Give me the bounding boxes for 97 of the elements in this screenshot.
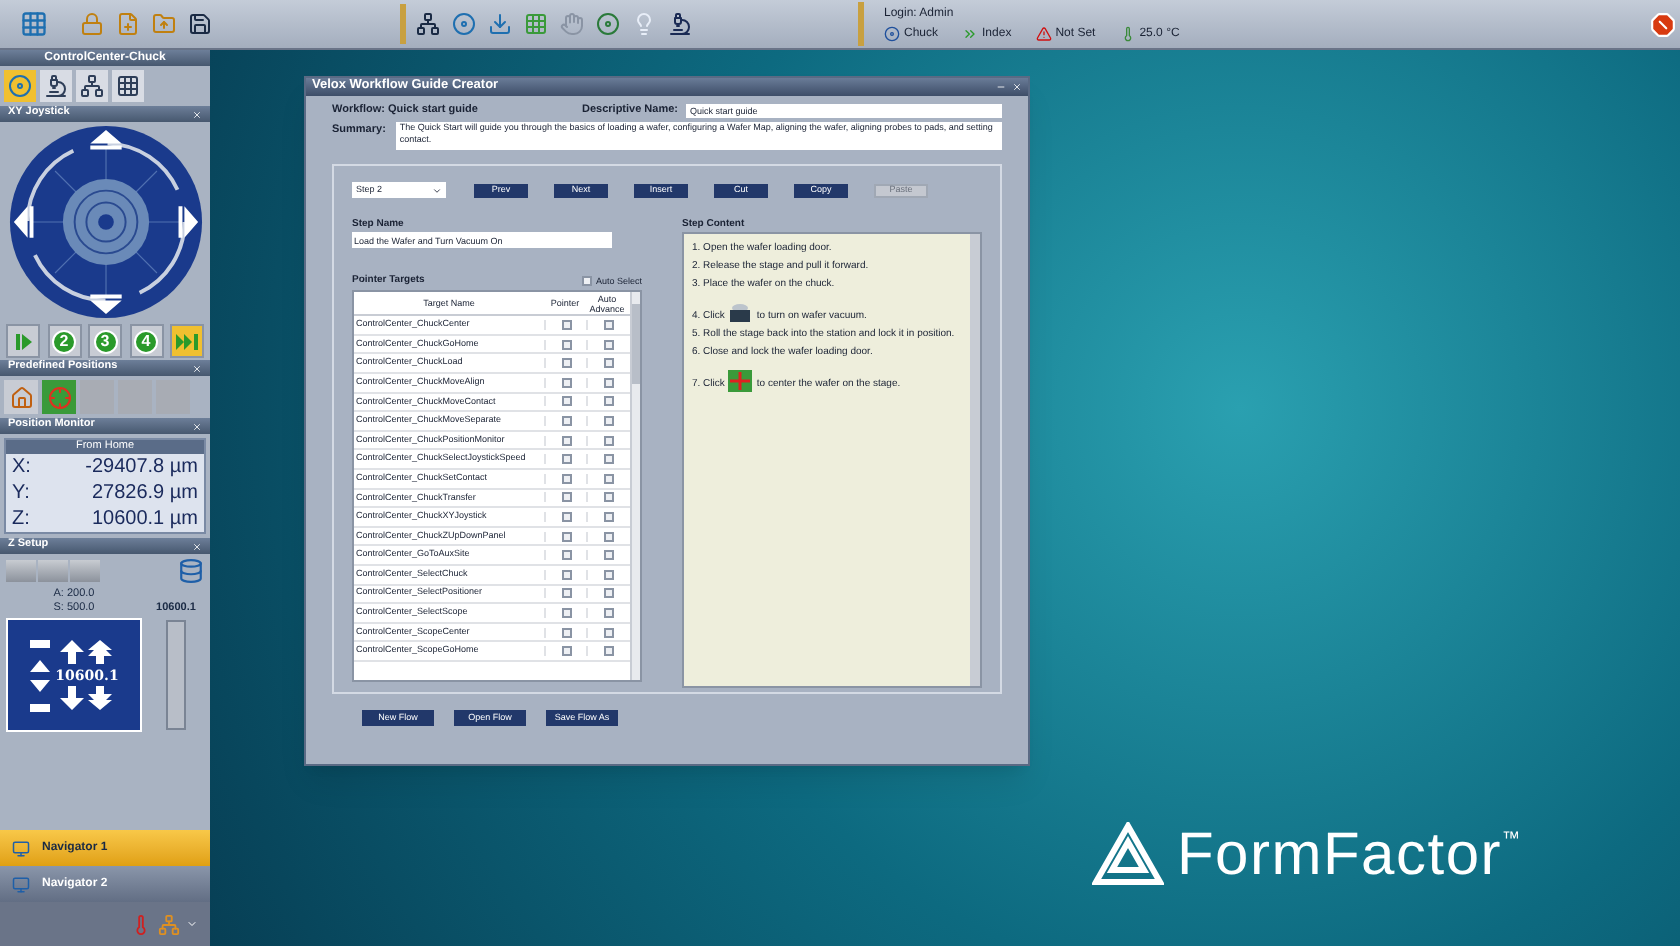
checkbox[interactable] — [603, 339, 613, 350]
checkbox[interactable] — [561, 511, 571, 522]
checkbox[interactable] — [561, 473, 571, 484]
checkbox[interactable] — [561, 454, 571, 465]
disc-icon — [884, 26, 900, 42]
step-content-editor[interactable] — [682, 232, 982, 689]
speed-button[interactable] — [6, 324, 40, 358]
axis-label: Y: — [12, 480, 30, 506]
checkbox[interactable] — [561, 320, 571, 331]
thermometer-icon — [1119, 26, 1136, 42]
microscope-icon[interactable] — [668, 12, 692, 36]
checkbox[interactable] — [561, 492, 571, 503]
checkbox[interactable] — [561, 588, 571, 599]
speed-button[interactable] — [170, 324, 204, 358]
speed-button[interactable]: 4 — [129, 324, 163, 358]
step-arrows-icon[interactable] — [29, 635, 50, 715]
checkbox[interactable] — [561, 627, 571, 638]
axis-label: Z: — [12, 506, 30, 532]
speed-button[interactable]: 2 — [47, 324, 81, 358]
checkbox[interactable] — [603, 511, 613, 522]
lightbulb-icon[interactable] — [632, 12, 656, 36]
lock-icon[interactable] — [80, 12, 104, 36]
checkbox[interactable] — [603, 588, 613, 599]
checkbox[interactable] — [561, 358, 571, 369]
checkbox[interactable] — [561, 396, 571, 407]
tool-button[interactable] — [112, 70, 144, 102]
checkbox[interactable] — [561, 416, 571, 427]
microscope-icon — [44, 74, 68, 98]
checkbox[interactable] — [603, 473, 613, 484]
axis-label: X: — [12, 454, 31, 480]
chevron-down-icon[interactable] — [186, 918, 198, 930]
checkbox[interactable] — [581, 276, 592, 287]
folder-icon[interactable] — [152, 12, 176, 36]
database-icon[interactable] — [178, 558, 204, 584]
checkbox[interactable] — [603, 416, 613, 427]
disc-icon[interactable] — [452, 12, 476, 36]
checkbox[interactable] — [603, 396, 613, 407]
skip-icon — [13, 331, 33, 351]
checkbox[interactable] — [603, 320, 613, 331]
save-icon[interactable] — [188, 12, 212, 36]
checkbox[interactable] — [561, 550, 571, 561]
disc-icon[interactable] — [596, 12, 620, 36]
checkbox[interactable] — [603, 454, 613, 465]
checkbox[interactable] — [561, 339, 571, 350]
down-arrows-icon[interactable] — [60, 686, 113, 710]
checkbox[interactable] — [561, 646, 571, 657]
z-preset-button[interactable] — [70, 560, 100, 582]
checkbox[interactable] — [603, 435, 613, 446]
logo-text: FormFactor — [1176, 826, 1502, 886]
scrollbar[interactable] — [970, 234, 980, 687]
new-file-icon[interactable] — [116, 12, 140, 36]
z-preset-button[interactable] — [6, 560, 36, 582]
up-arrows-icon[interactable] — [60, 640, 113, 664]
checkbox[interactable] — [603, 377, 613, 388]
grid-icon — [116, 74, 140, 98]
grid-icon[interactable] — [524, 12, 548, 36]
chevron-down-icon — [432, 185, 442, 196]
checkbox[interactable] — [603, 492, 613, 503]
tool-button[interactable] — [40, 70, 72, 102]
tool-button[interactable] — [76, 70, 108, 102]
checkbox[interactable] — [561, 569, 571, 580]
hand-icon[interactable] — [560, 12, 584, 36]
speed-button[interactable]: 3 — [88, 324, 122, 358]
checkbox[interactable] — [603, 646, 613, 657]
z-gauge — [166, 620, 186, 730]
checkbox[interactable] — [603, 607, 613, 618]
crosshair-grid-icon — [728, 370, 753, 393]
checkbox[interactable] — [603, 569, 613, 580]
chuck-icon — [728, 302, 753, 325]
axis-value: 27826.9 µm — [91, 480, 198, 506]
logo-icon — [1092, 822, 1165, 886]
network-icon[interactable] — [416, 12, 440, 36]
checkbox[interactable] — [603, 550, 613, 561]
axis-value: 10600.1 µm — [91, 506, 198, 532]
network-icon — [80, 74, 104, 98]
fast-forward-icon — [175, 331, 199, 351]
double-chevron-icon — [962, 26, 979, 42]
joystick-drawing[interactable] — [7, 124, 203, 320]
checkbox[interactable] — [561, 531, 571, 542]
checkbox[interactable] — [603, 358, 613, 369]
home-position-button[interactable] — [4, 380, 38, 414]
download-icon[interactable] — [488, 12, 512, 36]
monitor-icon — [12, 875, 30, 893]
axis-value: -29407.8 µm — [85, 454, 198, 480]
warning-icon — [1035, 26, 1052, 42]
trademark: ™ — [1502, 826, 1520, 852]
disc-icon — [8, 74, 32, 98]
checkbox[interactable] — [561, 435, 571, 446]
scrollbar[interactable] — [630, 292, 640, 681]
checkbox[interactable] — [561, 607, 571, 618]
checkbox[interactable] — [603, 627, 613, 638]
stop-icon[interactable] — [1650, 11, 1676, 37]
minimize-icon[interactable] — [996, 82, 1006, 92]
checkbox[interactable] — [603, 531, 613, 542]
monitor-icon — [12, 839, 30, 857]
z-preset-button[interactable] — [38, 560, 68, 582]
checkbox[interactable] — [561, 377, 571, 388]
